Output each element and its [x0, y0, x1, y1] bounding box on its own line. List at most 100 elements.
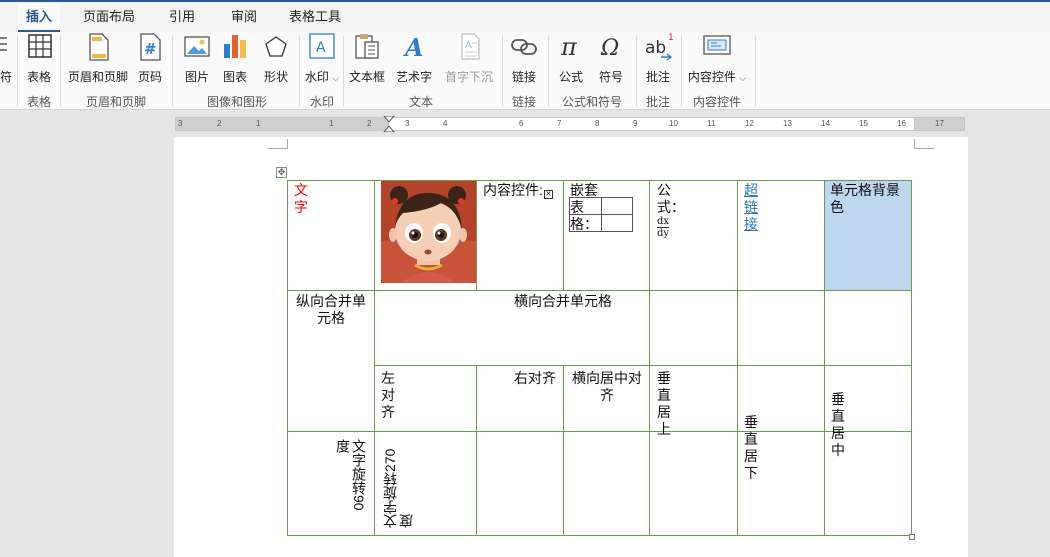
horizontal-merged-cell: 横向合并单元格	[514, 293, 612, 309]
red-text-cell: 文字	[294, 182, 308, 215]
symbol-partial-button[interactable]: 符	[0, 32, 12, 92]
dropcap-icon: A	[454, 32, 484, 62]
group-label-header-footer: 页眉和页脚	[85, 95, 146, 109]
document-page[interactable]: ✥ 文字 内容控件: ✕ 嵌套表格： 公式： dx dy 超链接 单元格背景色 …	[174, 137, 968, 557]
watermark-label: 水印 ⌵	[304, 70, 340, 84]
link-label: 链接	[511, 70, 536, 84]
valign-bottom-cell: 垂直居下	[744, 414, 758, 481]
table-border	[287, 431, 912, 432]
header-footer-button[interactable]: 页眉和页脚	[66, 32, 130, 92]
table-border	[911, 180, 912, 536]
textbox-button[interactable]: 文本框	[346, 32, 388, 92]
fraction-denominator: dy	[657, 228, 670, 239]
svg-text:1: 1	[668, 33, 673, 43]
indent-marker-icon[interactable]	[382, 116, 396, 132]
equation-label: 公式	[558, 70, 583, 84]
shaded-cell-text: 单元格背景色	[830, 182, 900, 215]
comment-label: 批注	[645, 70, 670, 84]
cartoon-girl-image[interactable]	[381, 181, 476, 283]
fraction: dx dy	[657, 216, 670, 239]
comment-icon: ab 1	[643, 32, 674, 62]
symbol-partial-label: 符	[0, 70, 13, 84]
formula-label: 公式：	[657, 182, 685, 215]
svg-text:Ω: Ω	[600, 36, 619, 61]
ruler-tick: 17	[935, 119, 944, 128]
table-move-handle-icon[interactable]: ✥	[276, 167, 287, 178]
content-control-cell[interactable]: 内容控件: ✕	[483, 182, 563, 199]
horizontal-ruler[interactable]: 3 2 1 1 2 3 4 6 7 8 9 10 11 12 13 14 15 …	[175, 116, 965, 132]
checkbox-icon[interactable]: ✕	[543, 190, 553, 199]
group-separator	[548, 36, 549, 106]
tab-page-layout[interactable]: 页面布局	[76, 3, 142, 32]
chevron-down-icon: ⌵	[739, 73, 747, 83]
tab-review[interactable]: 审阅	[222, 3, 266, 32]
ruler-tick: 2	[367, 119, 372, 128]
tab-references[interactable]: 引用	[160, 3, 204, 32]
watermark-button[interactable]: A 水印 ⌵	[302, 32, 342, 92]
ruler-tick: 7	[557, 119, 562, 128]
table-border	[563, 180, 564, 290]
ruler-tick: 1	[329, 119, 334, 128]
ruler-tick: 12	[745, 119, 754, 128]
table-border	[374, 365, 912, 366]
insert-picture-button[interactable]: 图片	[180, 32, 214, 92]
pi-icon: π	[556, 32, 586, 62]
ruler-left-margin	[176, 118, 389, 130]
table-border	[476, 365, 477, 536]
link-button[interactable]: 链接	[506, 32, 542, 92]
tab-insert[interactable]: 插入	[18, 3, 60, 32]
ruler-tick: 15	[859, 119, 868, 128]
content-control-label: 内容控件 ⌵	[687, 70, 747, 84]
group-label-text: 文本	[408, 95, 433, 109]
symbol-partial-icon	[0, 32, 17, 62]
symbol-button[interactable]: Ω 符号	[594, 32, 628, 92]
equation-button[interactable]: π 公式	[554, 32, 588, 92]
table-resize-handle[interactable]	[909, 534, 915, 540]
table-border	[374, 180, 375, 536]
ruler-tick: 6	[519, 119, 524, 128]
margin-corner-mark	[268, 139, 288, 149]
table-border	[287, 180, 288, 536]
ruler-tick: 11	[707, 119, 716, 128]
symbol-label: 符号	[598, 70, 623, 84]
page-number-button[interactable]: # 页码	[134, 32, 166, 92]
textbox-label: 文本框	[348, 70, 385, 84]
ribbon-tab-bar: 插入 页面布局 引用 审阅 表格工具	[0, 0, 1050, 32]
dropcap-button[interactable]: A 首字下沉	[442, 32, 496, 92]
pentagon-shape-icon	[261, 32, 291, 62]
ruler-tick: 16	[897, 119, 906, 128]
margin-corner-mark	[914, 139, 934, 149]
group-separator	[681, 36, 682, 106]
group-label-watermark: 水印	[309, 95, 334, 109]
insert-shape-button[interactable]: 形状	[258, 32, 294, 92]
dropcap-label: 首字下沉	[444, 70, 493, 84]
omega-icon: Ω	[596, 32, 626, 62]
ruler-tick: 14	[821, 119, 830, 128]
svg-text:π: π	[560, 33, 578, 61]
ruler-tick: 3	[405, 119, 410, 128]
wordart-button[interactable]: A 艺术字	[392, 32, 436, 92]
group-separator	[502, 36, 503, 106]
header-footer-icon	[83, 32, 113, 62]
align-left-cell: 左对齐	[381, 370, 395, 420]
svg-text:ab: ab	[645, 38, 666, 58]
ruler-tick: 10	[669, 119, 678, 128]
comment-button[interactable]: ab 1 批注	[640, 32, 676, 92]
group-label-content-control: 内容控件	[692, 95, 741, 109]
content-control-button[interactable]: 内容控件 ⌵	[684, 32, 750, 92]
nested-table[interactable]	[569, 197, 633, 232]
group-separator	[60, 36, 61, 106]
table-border	[649, 180, 650, 536]
group-label-equation-symbol: 公式和符号	[561, 95, 622, 109]
tab-table-tools[interactable]: 表格工具	[282, 3, 348, 32]
table-border	[737, 180, 738, 536]
insert-chart-button[interactable]: 图表	[218, 32, 252, 92]
page-number-label: 页码	[137, 70, 162, 84]
group-separator	[755, 36, 756, 106]
insert-table-button[interactable]: 表格	[22, 32, 56, 92]
ruler-tick: 8	[595, 119, 600, 128]
hyperlink[interactable]: 超链接	[744, 182, 758, 233]
content-control-text: 内容控件:	[483, 182, 543, 198]
rotated-270-text: 文字旋转270度	[382, 448, 414, 528]
table-border	[287, 535, 912, 536]
